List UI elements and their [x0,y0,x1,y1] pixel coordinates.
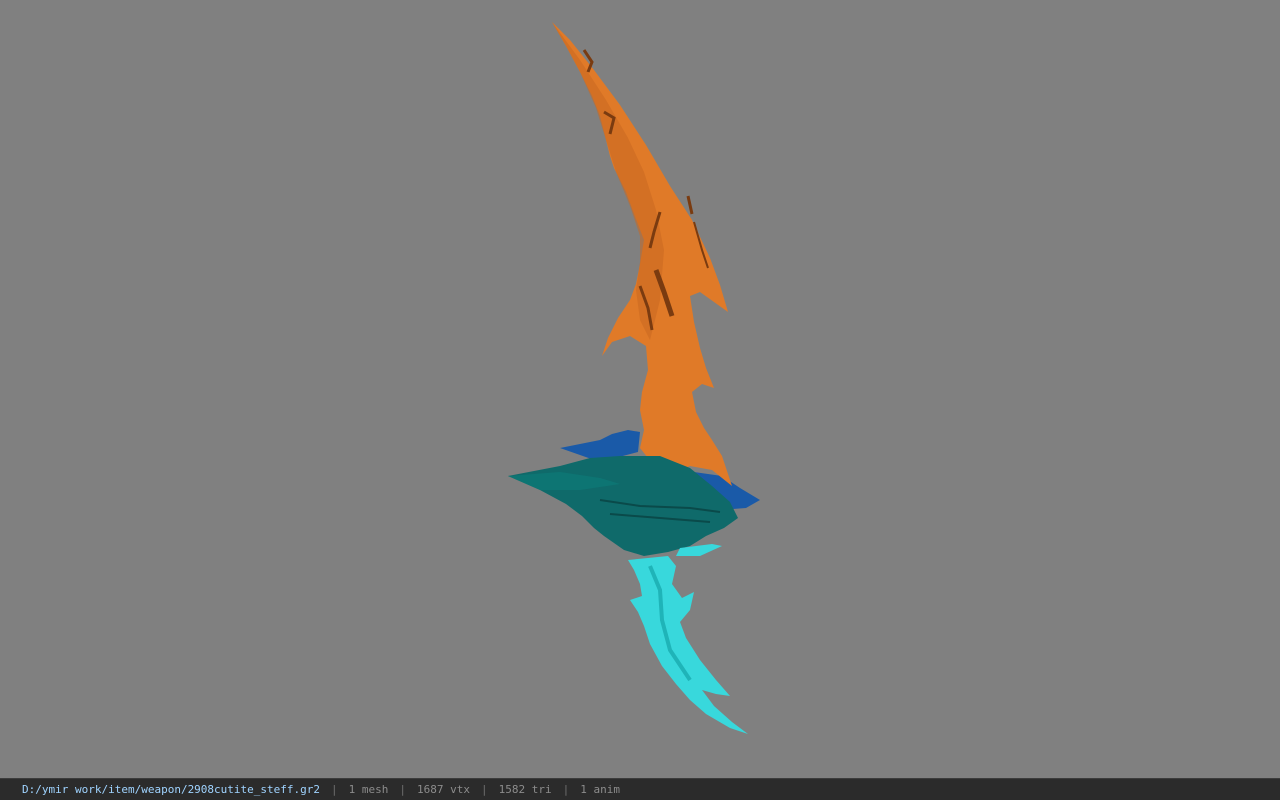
pommel [628,544,748,734]
triangle-count-label: 1582 tri [498,783,552,796]
anim-count-label: 1 anim [580,783,620,796]
vertex-count-label: 1687 vtx [417,783,470,796]
weapon-model [508,22,760,734]
status-separator: | [331,783,338,796]
status-separator: | [481,783,488,796]
mesh-count-label: 1 mesh [348,783,389,796]
status-separator: | [399,783,407,796]
blade [552,22,732,486]
status-bar: D:/ymir work/item/weapon/2908cutite_stef… [0,778,1280,800]
3d-viewport[interactable] [0,0,1280,778]
guard [508,456,738,556]
file-path-label: D:/ymir work/item/weapon/2908cutite_stef… [22,783,321,796]
status-separator: | [562,783,570,796]
